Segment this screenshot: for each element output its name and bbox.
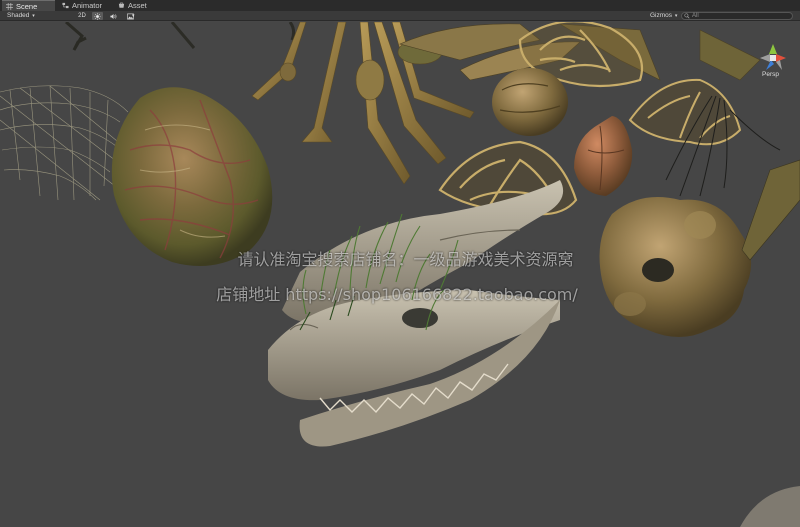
- scene-lighting-toggle[interactable]: [92, 12, 103, 20]
- scene-effects-dropdown[interactable]: ▾: [123, 12, 138, 20]
- chevron-down-icon: ▾: [132, 13, 135, 19]
- search-placeholder: All: [692, 13, 699, 19]
- lattice-dome-right: [628, 78, 742, 146]
- window-tab-bar: Scene Animator Asset Store: [0, 0, 800, 21]
- scene-grid-icon: [6, 3, 13, 10]
- search-icon: [684, 13, 690, 19]
- mode-2d-button[interactable]: 2D: [75, 12, 89, 20]
- chevron-down-icon: ▾: [32, 13, 35, 19]
- shading-mode-dropdown[interactable]: Shaded ▾: [7, 11, 35, 21]
- beast-skull: [268, 180, 564, 447]
- right-edge-branch: [741, 159, 800, 261]
- tab-animator[interactable]: Animator: [58, 0, 114, 11]
- scene-audio-toggle[interactable]: [107, 12, 119, 20]
- watermark-line-2: 店铺地址 https://shop106166822.taobao.com/: [216, 285, 578, 304]
- round-seed-pod: [492, 68, 568, 136]
- twig-object: [65, 22, 296, 51]
- corner-rock: [740, 486, 800, 527]
- tab-animator-label: Animator: [72, 1, 103, 10]
- watermark-line-1: 请认准淘宝搜索店铺名：一级品游戏美术资源窝: [237, 250, 574, 269]
- mossy-egg: [111, 87, 273, 266]
- speaker-icon: [109, 13, 116, 19]
- center-cube[interactable]: [770, 55, 776, 61]
- projection-label[interactable]: Persp: [762, 71, 779, 78]
- hierarchy-search-input[interactable]: All: [681, 12, 793, 20]
- asset-store-icon: [118, 2, 125, 8]
- y-axis-cone[interactable]: [769, 44, 777, 54]
- chevron-down-icon: ▾: [674, 13, 678, 19]
- gizmos-dropdown[interactable]: Gizmos ▾: [650, 11, 677, 21]
- tab-scene[interactable]: Scene: [2, 0, 55, 11]
- gizmos-label: Gizmos: [650, 12, 673, 19]
- x-axis-cone[interactable]: [776, 54, 786, 62]
- neg-x-axis-cone[interactable]: [760, 54, 770, 62]
- scene-viewport[interactable]: Persp: [0, 22, 800, 527]
- animator-icon: [62, 2, 69, 9]
- scene-toolbar: Shaded ▾ 2D ▾ Gizmos ▾ All: [0, 11, 800, 21]
- sun-icon: [94, 12, 101, 20]
- tab-scene-label: Scene: [16, 2, 38, 11]
- pink-seed: [574, 116, 633, 196]
- scene-3d-render: [0, 22, 800, 527]
- shading-mode-label: Shaded: [7, 12, 30, 19]
- web-mesh: [0, 85, 129, 201]
- tab-asset-store[interactable]: Asset Store: [114, 0, 170, 21]
